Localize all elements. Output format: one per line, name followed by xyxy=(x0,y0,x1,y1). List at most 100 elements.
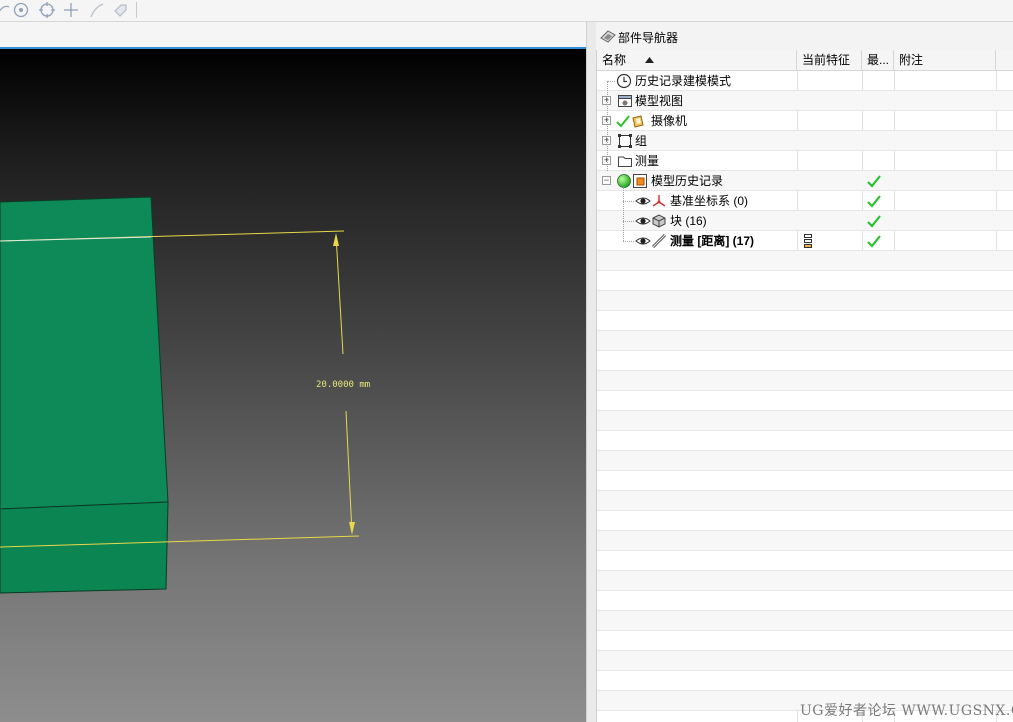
tree-row-label: 测量 [距离] (17) xyxy=(670,234,755,248)
empty-row xyxy=(597,311,1013,331)
tree-row-measurements[interactable]: + 测量 xyxy=(597,151,1013,171)
column-header-latest[interactable]: 最... xyxy=(862,50,894,71)
model-views-icon xyxy=(618,95,632,107)
empty-row xyxy=(597,491,1013,511)
tree-row-label: 历史记录建模模式 xyxy=(635,74,732,88)
navigator-rows: 历史记录建模模式 + 模型视图 + 摄像机 + 组 + 测量 − 模型历史记录 … xyxy=(597,71,1013,722)
measure-distance-icon xyxy=(651,233,667,249)
latest-check-icon xyxy=(867,175,881,188)
block-icon xyxy=(652,214,666,228)
snap-intersection-icon[interactable] xyxy=(61,1,81,19)
empty-row xyxy=(597,551,1013,571)
tree-row-groups[interactable]: + 组 xyxy=(597,131,1013,151)
status-green-ball-icon xyxy=(617,174,631,188)
empty-row xyxy=(597,251,1013,271)
column-header-current-feature[interactable]: 当前特征 xyxy=(797,50,862,71)
tree-line xyxy=(623,187,624,241)
snap-tag-icon[interactable] xyxy=(110,1,130,19)
empty-row xyxy=(597,371,1013,391)
tree-line xyxy=(623,221,634,222)
clock-icon xyxy=(616,73,632,89)
tree-row-label: 模型历史记录 xyxy=(651,174,724,188)
empty-row xyxy=(597,271,1013,291)
column-name-label: 名称 xyxy=(602,53,627,67)
visibility-eye-icon[interactable] xyxy=(635,193,651,209)
dimension-value[interactable]: 20.0000 mm xyxy=(316,380,370,390)
model-scene[interactable]: 20.0000 mm xyxy=(0,49,586,722)
tree-row-cameras[interactable]: + 摄像机 xyxy=(597,111,1013,131)
model-history-icon xyxy=(633,174,647,188)
tree-line xyxy=(623,201,634,202)
tree-row-label: 基准坐标系 (0) xyxy=(670,194,749,208)
camera-icon xyxy=(632,115,644,128)
tree-row-label: 摄像机 xyxy=(651,114,688,128)
current-feature-marker-icon xyxy=(804,234,812,248)
tree-row-label: 模型视图 xyxy=(635,94,684,108)
graphics-viewport[interactable]: 20.0000 mm xyxy=(0,47,586,722)
tree-row-model-views[interactable]: + 模型视图 xyxy=(597,91,1013,111)
navigator-table: 名称 当前特征 最... 附注 历史记录建模模式 + 模型视图 + 摄像机 + … xyxy=(596,50,1013,722)
block-front-face[interactable] xyxy=(0,196,169,510)
dimension-arrow-top xyxy=(333,233,339,246)
tree-line xyxy=(623,241,634,242)
tree-row-measure-distance[interactable]: 测量 [距离] (17) xyxy=(597,231,1013,251)
group-icon xyxy=(618,134,632,148)
empty-row xyxy=(597,651,1013,671)
empty-row xyxy=(597,331,1013,351)
tree-row-label: 组 xyxy=(635,134,648,148)
toolbar-separator xyxy=(136,2,137,18)
empty-row xyxy=(597,591,1013,611)
empty-row xyxy=(597,571,1013,591)
snap-toolbar xyxy=(0,0,1013,22)
snap-quadrant-icon[interactable] xyxy=(37,1,57,19)
graphics-window: 20.0000 mm xyxy=(0,22,586,722)
datum-csys-icon xyxy=(652,195,666,207)
forum-watermark: UG爱好者论坛 WWW.UGSNX.COM xyxy=(800,703,1013,719)
tree-row-block[interactable]: 块 (16) xyxy=(597,211,1013,231)
collapse-toggle[interactable]: − xyxy=(602,176,611,185)
empty-row xyxy=(597,391,1013,411)
navigator-header: 名称 当前特征 最... 附注 xyxy=(597,50,1013,71)
empty-row xyxy=(597,351,1013,371)
panel-splitter[interactable] xyxy=(586,22,596,722)
visibility-eye-icon[interactable] xyxy=(635,233,651,249)
empty-row xyxy=(597,611,1013,631)
empty-row xyxy=(597,291,1013,311)
empty-row xyxy=(597,431,1013,451)
folder-icon xyxy=(618,156,632,167)
navigator-titlebar: 部件导航器 xyxy=(596,22,1013,50)
tree-row-history-mode[interactable]: 历史记录建模模式 xyxy=(597,71,1013,91)
dimension-line-lower xyxy=(345,410,353,534)
empty-row xyxy=(597,671,1013,691)
tree-row-label: 测量 xyxy=(635,154,660,168)
graphics-tab-strip xyxy=(0,22,586,47)
tree-row-label: 块 (16) xyxy=(670,214,707,228)
empty-row xyxy=(597,471,1013,491)
empty-row xyxy=(597,511,1013,531)
empty-row xyxy=(597,451,1013,471)
empty-row xyxy=(597,631,1013,651)
checkmark-icon xyxy=(616,115,630,128)
part-navigator-icon xyxy=(600,30,616,43)
dimension-arrow-bottom xyxy=(349,522,355,535)
tree-row-datum-csys[interactable]: 基准坐标系 (0) xyxy=(597,191,1013,211)
block-lower-face[interactable] xyxy=(0,501,169,594)
latest-check-icon xyxy=(867,215,881,228)
column-header-note[interactable]: 附注 xyxy=(894,50,996,71)
latest-check-icon xyxy=(867,195,881,208)
navigator-title: 部件导航器 xyxy=(618,31,679,45)
nx-window: 20.0000 mm 部件导航器 名称 当前特征 最... 附注 历史记录建模模… xyxy=(0,0,1013,722)
snap-center-icon[interactable] xyxy=(11,1,31,19)
empty-row xyxy=(597,531,1013,551)
snap-curve-icon[interactable] xyxy=(87,1,107,19)
empty-row xyxy=(597,411,1013,431)
tree-line xyxy=(607,81,615,82)
latest-check-icon xyxy=(867,235,881,248)
part-navigator: 部件导航器 名称 当前特征 最... 附注 历史记录建模模式 + 模型视图 + … xyxy=(596,22,1013,722)
tree-line xyxy=(607,81,608,171)
visibility-eye-icon[interactable] xyxy=(635,213,651,229)
tree-row-model-history[interactable]: − 模型历史记录 xyxy=(597,171,1013,191)
sort-ascending-icon xyxy=(645,57,654,63)
column-header-name[interactable]: 名称 xyxy=(597,50,797,71)
dimension-line-upper xyxy=(335,234,344,355)
